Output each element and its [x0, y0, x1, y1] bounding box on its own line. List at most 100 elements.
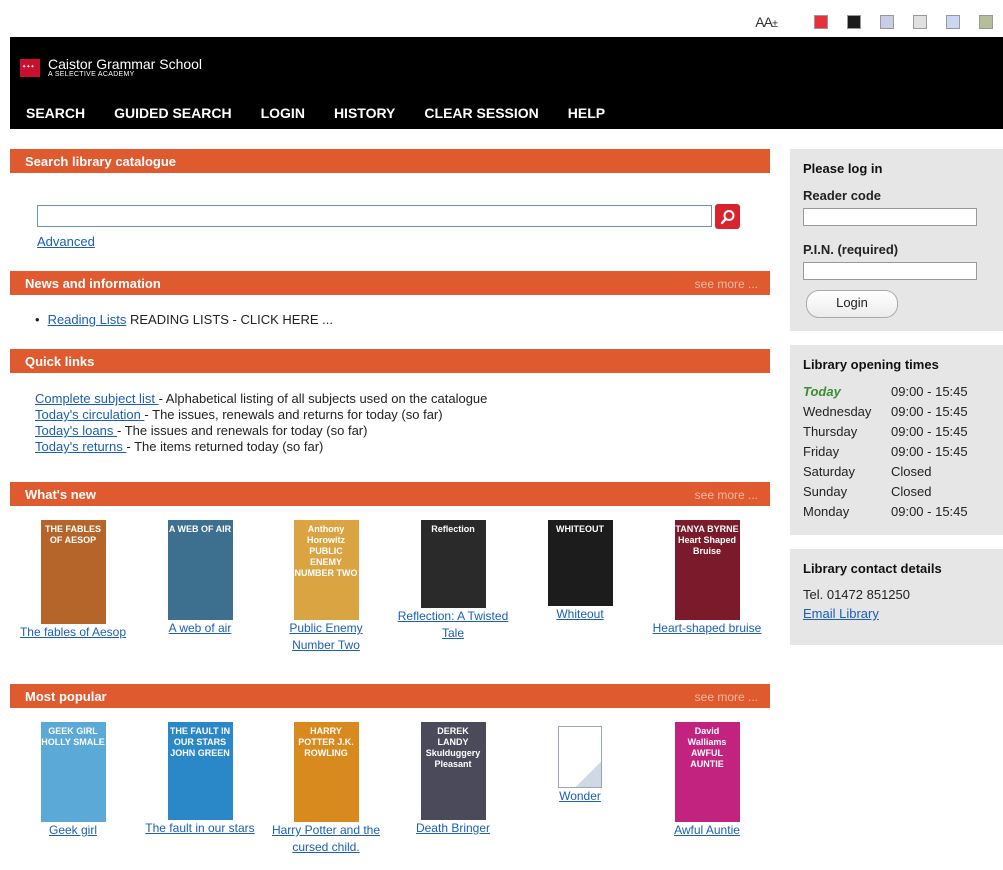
book-item[interactable]: Anthony Horowitz PUBLIC ENEMY NUMBER TWO… — [262, 520, 390, 654]
contact-panel: Library contact details Tel. 01472 85125… — [790, 549, 1003, 645]
book-item[interactable]: DEREK LANDY Skulduggery Pleasant Death Br… — [389, 722, 517, 837]
cover-text: THE FABLES OF AESOP — [44, 524, 101, 545]
table-row: Sunday Closed — [803, 484, 968, 504]
contact-title: Library contact details — [803, 561, 942, 576]
book-item[interactable]: Wonder — [516, 722, 644, 805]
book-title-link[interactable]: The fault in our stars — [136, 820, 264, 837]
book-cover[interactable]: HARRY POTTER J.K. ROWLING — [293, 722, 359, 822]
pin-input[interactable] — [803, 262, 977, 280]
book-cover[interactable]: DEREK LANDY Skulduggery Pleasant — [420, 722, 486, 820]
search-section-title: Search library catalogue — [25, 154, 177, 169]
book-title-link[interactable]: Whiteout — [516, 606, 644, 623]
nav-search[interactable]: SEARCH — [26, 105, 85, 121]
book-title-link[interactable]: Reflection: A Twisted — [389, 608, 517, 625]
todays-circulation-link[interactable]: Today's circulation — [35, 407, 144, 422]
book-item[interactable]: THE FAULT IN OUR STARS JOHN GREEN The fau… — [136, 722, 264, 837]
quick-link-description: - Alphabetical listing of all subjects u… — [158, 391, 488, 406]
most-popular-books: GEEK GIRL HOLLY SMALE Geek girl THE FAULT … — [10, 722, 770, 862]
quick-links-section-title: Quick links — [25, 354, 95, 369]
book-item[interactable]: A WEB OF AIR A web of air — [136, 520, 264, 637]
cover-text: GEEK GIRL HOLLY SMALE — [41, 726, 105, 747]
book-title-link[interactable]: The fables of Aesop — [9, 624, 137, 641]
book-cover[interactable]: A WEB OF AIR — [167, 520, 233, 620]
quick-links-list: Complete subject list - Alphabetical lis… — [35, 391, 487, 455]
book-cover[interactable]: GEEK GIRL HOLLY SMALE — [40, 722, 106, 822]
book-title-link-line2[interactable]: Number Two — [262, 637, 390, 654]
book-title-link[interactable]: Death Bringer — [389, 820, 517, 837]
todays-loans-link[interactable]: Today's loans — [35, 423, 117, 438]
book-item[interactable]: TANYA BYRNE Heart Shaped Bruise Heart-sha… — [643, 520, 771, 637]
book-item[interactable]: HARRY POTTER J.K. ROWLING Harry Potter an… — [262, 722, 390, 856]
book-cover[interactable]: Anthony Horowitz PUBLIC ENEMY NUMBER TWO — [293, 520, 359, 620]
cover-text: HARRY POTTER J.K. ROWLING — [298, 726, 354, 758]
complete-subject-list-link[interactable]: Complete subject list — [35, 391, 159, 406]
todays-returns-link[interactable]: Today's returns — [35, 439, 126, 454]
book-cover[interactable]: THE FAULT IN OUR STARS JOHN GREEN — [167, 722, 233, 820]
nav-guided-search[interactable]: GUIDED SEARCH — [114, 105, 231, 121]
main-nav: SEARCH GUIDED SEARCH LOGIN HISTORY CLEAR… — [26, 105, 605, 121]
contact-phone: Tel. 01472 851250 — [803, 587, 910, 602]
search-icon — [720, 209, 734, 224]
email-library-link[interactable]: Email Library — [803, 606, 879, 621]
nav-login[interactable]: LOGIN — [261, 105, 305, 121]
book-title-link-line2[interactable]: cursed child. — [262, 839, 390, 856]
quick-link-description: - The items returned today (so far) — [126, 439, 324, 454]
nav-clear-session[interactable]: CLEAR SESSION — [424, 105, 538, 121]
theme-swatch-red[interactable] — [814, 15, 828, 29]
book-cover[interactable]: WHITEOUT — [547, 520, 613, 606]
news-see-more-link[interactable]: see more ... — [695, 277, 758, 291]
quick-link-description: - The issues, renewals and returns for t… — [144, 407, 443, 422]
site-header: Caistor Grammar School A SELECTIVE ACADE… — [10, 37, 1003, 129]
search-button[interactable] — [715, 204, 740, 229]
theme-swatch-black[interactable] — [847, 15, 861, 29]
theme-swatch-grey[interactable] — [913, 15, 927, 29]
book-item[interactable]: THE FABLES OF AESOP The fables of Aesop — [9, 520, 137, 641]
book-cover[interactable]: THE FABLES OF AESOP — [40, 520, 106, 624]
book-cover[interactable]: Reflection — [420, 520, 486, 608]
book-item[interactable]: WHITEOUT Whiteout — [516, 520, 644, 623]
book-item[interactable]: Reflection Reflection: A Twisted Tale — [389, 520, 517, 642]
whats-new-books: THE FABLES OF AESOP The fables of Aesop A … — [10, 520, 770, 660]
book-item[interactable]: GEEK GIRL HOLLY SMALE Geek girl — [9, 722, 137, 839]
theme-swatch-lavender[interactable] — [880, 15, 894, 29]
advanced-search-link[interactable]: Advanced — [37, 234, 95, 249]
book-title-link[interactable]: Heart-shaped bruise — [643, 620, 771, 637]
cover-text: WHITEOUT — [556, 524, 604, 534]
book-item[interactable]: David Walliams AWFUL AUNTIE Awful Auntie — [643, 722, 771, 839]
book-title-link[interactable]: Harry Potter and the — [262, 822, 390, 839]
nav-help[interactable]: HELP — [568, 105, 605, 121]
list-item: Today's returns - The items returned tod… — [35, 439, 487, 455]
hours-value: 09:00 - 15:45 — [891, 384, 968, 399]
book-title-link-line2[interactable]: Tale — [389, 625, 517, 642]
list-item: Complete subject list - Alphabetical lis… — [35, 391, 487, 407]
book-cover[interactable]: David Walliams AWFUL AUNTIE — [674, 722, 740, 822]
theme-swatch-olive[interactable] — [979, 15, 993, 29]
font-size-toggle[interactable]: AA± — [755, 14, 778, 30]
reading-lists-link[interactable]: Reading Lists — [48, 312, 127, 327]
document-icon[interactable] — [558, 726, 602, 788]
quick-links-section-header: Quick links — [10, 349, 770, 373]
school-logo[interactable]: Caistor Grammar School A SELECTIVE ACADE… — [20, 57, 202, 79]
reader-code-input[interactable] — [803, 208, 977, 226]
nav-history[interactable]: HISTORY — [334, 105, 395, 121]
login-panel: Please log in Reader code P.I.N. (requir… — [790, 149, 1003, 331]
book-title-link[interactable]: Awful Auntie — [643, 822, 771, 839]
book-title-link[interactable]: Public Enemy — [262, 620, 390, 637]
list-item: Today's loans - The issues and renewals … — [35, 423, 487, 439]
book-cover[interactable]: TANYA BYRNE Heart Shaped Bruise — [674, 520, 740, 620]
hours-value: 09:00 - 15:45 — [891, 404, 968, 419]
list-item: Today's circulation - The issues, renewa… — [35, 407, 487, 423]
login-panel-title: Please log in — [803, 161, 883, 176]
day-label: Monday — [803, 504, 850, 519]
login-button[interactable]: Login — [806, 290, 898, 318]
whats-new-see-more-link[interactable]: see more ... — [695, 488, 758, 502]
book-title-link[interactable]: Geek girl — [9, 822, 137, 839]
most-popular-see-more-link[interactable]: see more ... — [695, 690, 758, 704]
book-title-link[interactable]: Wonder — [516, 788, 644, 805]
book-title-link[interactable]: A web of air — [136, 620, 264, 637]
theme-swatch-blue[interactable] — [946, 15, 960, 29]
pin-label: P.I.N. (required) — [803, 242, 899, 257]
news-section-header: News and information see more ... — [10, 271, 770, 295]
search-input[interactable] — [37, 205, 712, 227]
news-item-text: READING LISTS - CLICK HERE ... — [129, 312, 333, 327]
